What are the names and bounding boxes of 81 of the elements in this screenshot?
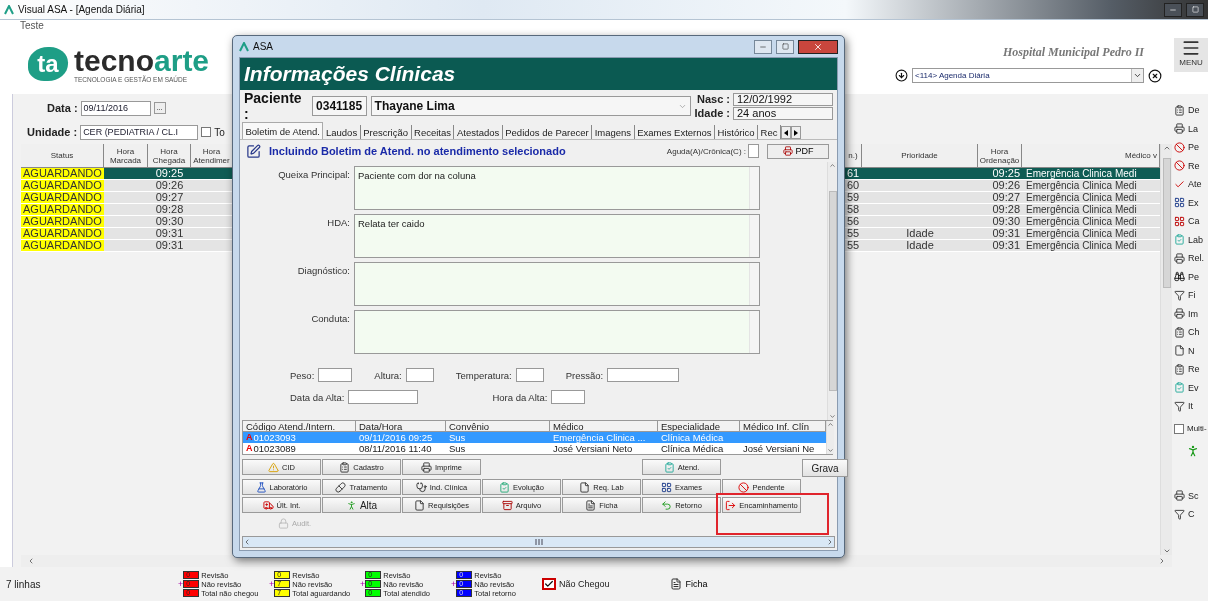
- table-cell: Clínica Médica: [661, 443, 724, 454]
- status-cell: AGUARDANDO: [21, 228, 104, 239]
- plus-sign: +: [360, 579, 366, 589]
- table-cell: José Versiani Ne: [743, 443, 815, 454]
- status-cell: AGUARDANDO: [21, 204, 104, 215]
- field-label: Altura:: [374, 369, 402, 381]
- table-cell-text: 09:30: [991, 216, 1021, 227]
- table-cell-text: Emergência Clinica Medi: [1025, 216, 1138, 227]
- window-title: Visual ASA - [Agenda Diária]: [18, 4, 145, 15]
- table-cell-text: 60: [846, 180, 861, 191]
- table-cell-text: 09:27: [154, 192, 185, 203]
- table-cell-text: 09:30: [154, 216, 185, 227]
- field-label: Data da Alta:: [290, 391, 345, 403]
- logo-mark: ta: [28, 47, 68, 81]
- age-label: Idade :: [694, 107, 730, 119]
- table-cell: Sus: [449, 432, 466, 443]
- plus-sign: +: [178, 579, 184, 589]
- table-cell-text: 09:28: [991, 204, 1021, 215]
- table-cell-text: 09:31: [154, 228, 185, 239]
- table-cell: 01023093: [253, 432, 296, 443]
- field-label: Queixa Principal:: [277, 168, 350, 182]
- dialog-title: ASA: [253, 41, 273, 52]
- date-label: Data :: [47, 102, 78, 114]
- dialog-heading: Informações Clínicas: [240, 58, 837, 90]
- flag-mark: A: [246, 443, 253, 454]
- table-cell-text: Emergência Clinica Medi: [1025, 240, 1138, 251]
- table-cell: Emergência Clinica ...: [553, 432, 646, 443]
- row-count: 7 linhas: [6, 578, 42, 590]
- table-cell: 09/11/2016 09:25: [359, 432, 433, 443]
- table-cell-text: 09:31: [991, 228, 1021, 239]
- table-cell-text: 09:25: [991, 168, 1021, 179]
- checkbox-label: Não Chegou: [559, 579, 610, 589]
- table-cell-text: 56: [846, 216, 861, 227]
- birth-label: Nasc :: [696, 93, 730, 105]
- table-cell-text: 09:28: [154, 204, 185, 215]
- field-label: Temperatura:: [455, 369, 512, 381]
- unit-label: Unidade :: [27, 126, 78, 138]
- status-cell: AGUARDANDO: [21, 240, 104, 251]
- logo-name: tecnoarte: [74, 45, 210, 76]
- field-label: Peso:: [290, 369, 315, 381]
- field-label: Hora da Alta:: [492, 391, 548, 403]
- status-cell: AGUARDANDO: [21, 216, 104, 227]
- table-cell-text: Emergência Clinica Medi: [1025, 228, 1138, 239]
- plus-sign: +: [451, 579, 457, 589]
- table-cell-text: 09:27: [991, 192, 1021, 203]
- table-cell-text: Emergência Clinica Medi: [1025, 204, 1138, 215]
- table-cell-text: Emergência Clinica Medi: [1025, 192, 1138, 203]
- table-cell: José Versiani Neto: [553, 443, 633, 454]
- table-cell: Idade: [906, 241, 934, 250]
- flag-mark: A: [246, 432, 253, 443]
- table-cell-text: 61: [846, 168, 861, 179]
- table-cell-text: 09:26: [154, 180, 185, 191]
- table-cell-text: 09:25: [154, 168, 185, 179]
- table-cell-text: 58: [846, 204, 861, 215]
- notice-text: Incluindo Boletim de Atend. no atendimento selecionado: [269, 145, 566, 157]
- field-label: Diagnóstico:: [296, 264, 350, 278]
- table-cell-text: 09:31: [154, 240, 185, 251]
- field-label: HDA:: [326, 216, 350, 230]
- checkbox-label: To: [214, 126, 225, 138]
- table-cell-text: 55: [846, 228, 861, 239]
- status-cell: AGUARDANDO: [21, 192, 104, 203]
- hospital-name: Hospital Municipal Pedro II: [1002, 45, 1144, 60]
- table-cell-text: Emergência Clinica Medi: [1025, 180, 1138, 191]
- table-cell: 08/11/2016 11:40: [359, 443, 432, 454]
- table-cell: Clínica Médica: [661, 432, 724, 443]
- table-cell-text: 59: [846, 192, 861, 203]
- plus-sign: +: [269, 579, 275, 589]
- status-cell: AGUARDANDO: [21, 180, 104, 191]
- table-cell-text: 55: [846, 240, 861, 251]
- table-cell-text: 09:26: [991, 180, 1021, 191]
- table-cell: Idade: [906, 229, 934, 238]
- table-cell-text: Emergência Clinica Medi: [1025, 168, 1138, 179]
- status-cell: AGUARDANDO: [21, 168, 104, 179]
- table-cell: 01023089: [253, 443, 296, 454]
- table-cell: Sus: [449, 443, 466, 454]
- field-label: Conduta:: [310, 312, 350, 326]
- patient-label: Paciente :: [244, 90, 303, 122]
- checkbox-label: Multi-: [1187, 424, 1207, 434]
- field-label: Pressão:: [565, 369, 604, 381]
- acute-label: Aguda(A)/Crônica(C) :: [666, 146, 746, 156]
- table-cell-text: 09:31: [991, 240, 1021, 251]
